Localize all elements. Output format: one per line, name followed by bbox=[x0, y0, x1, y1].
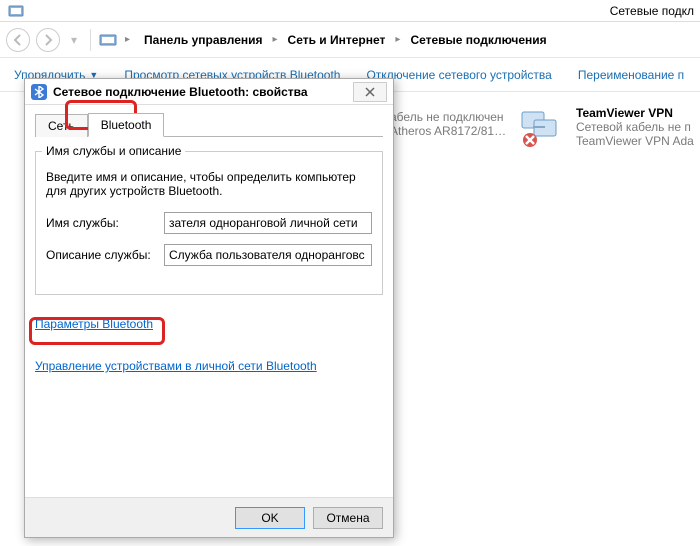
tab-bluetooth[interactable]: Bluetooth bbox=[88, 113, 165, 137]
input-service-name[interactable] bbox=[164, 212, 372, 234]
window-title: Сетевые подкл bbox=[610, 4, 700, 18]
dialog-footer: OK Отмена bbox=[25, 497, 393, 537]
toolbar-label: Отключение сетевого устройства bbox=[366, 68, 551, 82]
nav-back-button[interactable] bbox=[6, 28, 30, 52]
dialog-titlebar: Сетевое подключение Bluetooth: свойства bbox=[25, 79, 393, 105]
nav-history-dropdown[interactable]: ▾ bbox=[66, 28, 82, 52]
link-bluetooth-settings[interactable]: Параметры Bluetooth bbox=[35, 317, 153, 331]
chevron-right-icon: ▸ bbox=[271, 34, 280, 45]
group-description: Введите имя и описание, чтобы определить… bbox=[46, 170, 372, 198]
toolbar-rename[interactable]: Переименование п bbox=[574, 64, 688, 86]
tab-network[interactable]: Сеть bbox=[35, 114, 88, 137]
explorer-navbar: ▾ ▸ Панель управления ▸ Сеть и Интернет … bbox=[0, 22, 700, 58]
breadcrumb: Панель управления ▸ Сеть и Интернет ▸ Се… bbox=[138, 29, 553, 51]
bluetooth-icon bbox=[31, 84, 47, 100]
toolbar-label: Переименование п bbox=[578, 68, 684, 82]
group-legend: Имя службы и описание bbox=[42, 144, 185, 158]
dialog-title: Сетевое подключение Bluetooth: свойства bbox=[53, 85, 347, 99]
nav-forward-button[interactable] bbox=[36, 28, 60, 52]
input-service-description[interactable] bbox=[164, 244, 372, 266]
connection-status: Сетевой кабель не п bbox=[576, 120, 694, 134]
explorer-titlebar: Сетевые подкл bbox=[0, 0, 700, 22]
explorer-content: абель не подключен Atheros AR8172/81… Te… bbox=[0, 92, 700, 546]
connection-item-ethernet[interactable]: абель не подключен Atheros AR8172/81… bbox=[390, 110, 506, 138]
window-icon bbox=[8, 3, 24, 19]
ok-button[interactable]: OK bbox=[235, 507, 305, 529]
connection-status: абель не подключен bbox=[390, 110, 506, 124]
properties-dialog: Сетевое подключение Bluetooth: свойства … bbox=[24, 78, 394, 538]
group-service-name: Имя службы и описание Введите имя и опис… bbox=[35, 151, 383, 295]
link-manage-pan-devices[interactable]: Управление устройствами в личной сети Bl… bbox=[35, 359, 317, 373]
dialog-tabs: Сеть Bluetooth bbox=[35, 113, 383, 137]
connection-item-teamviewer[interactable]: TeamViewer VPN Сетевой кабель не п TeamV… bbox=[520, 106, 694, 148]
address-icon bbox=[99, 31, 117, 49]
cancel-button[interactable]: Отмена bbox=[313, 507, 383, 529]
connection-adapter: Atheros AR8172/81… bbox=[390, 124, 506, 138]
chevron-right-icon: ▸ bbox=[393, 34, 402, 45]
address-root-chevron[interactable]: ▸ bbox=[123, 34, 132, 45]
label-service-name: Имя службы: bbox=[46, 216, 156, 230]
breadcrumb-item-network-internet[interactable]: Сеть и Интернет bbox=[282, 29, 392, 51]
dialog-close-button[interactable] bbox=[353, 82, 387, 102]
breadcrumb-item-network-connections[interactable]: Сетевые подключения bbox=[404, 29, 552, 51]
breadcrumb-item-control-panel[interactable]: Панель управления bbox=[138, 29, 268, 51]
connection-title: TeamViewer VPN bbox=[576, 106, 694, 120]
label-service-description: Описание службы: bbox=[46, 248, 156, 262]
network-adapter-icon bbox=[520, 106, 568, 148]
connection-adapter: TeamViewer VPN Ada bbox=[576, 134, 694, 148]
